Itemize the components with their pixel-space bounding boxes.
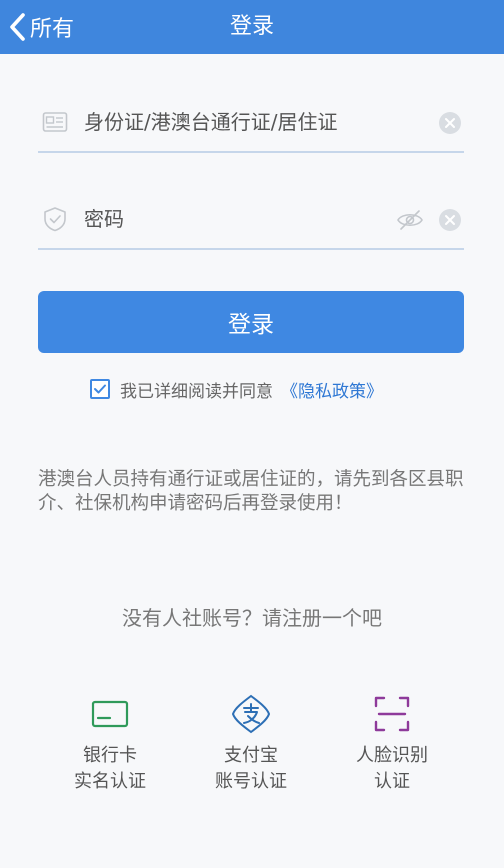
id-input[interactable] xyxy=(84,107,414,137)
password-input[interactable] xyxy=(84,204,414,234)
face-label-line1: 人脸识别 xyxy=(356,745,428,766)
clear-icon[interactable] xyxy=(438,208,462,232)
check-icon xyxy=(94,384,106,394)
privacy-policy-link[interactable]: 《隐私政策》 xyxy=(281,377,383,402)
login-button[interactable]: 登录 xyxy=(38,291,464,353)
password-field xyxy=(38,192,464,250)
id-field xyxy=(38,95,464,153)
face-recognition-auth-option[interactable]: 人脸识别 认证 xyxy=(322,694,462,795)
alipay-auth-option[interactable]: 支付宝 账号认证 xyxy=(181,694,321,795)
bank-card-label-line1: 银行卡 xyxy=(83,745,137,766)
face-scan-icon xyxy=(374,696,410,732)
face-label-line2: 认证 xyxy=(374,771,410,792)
login-screen: 所有 登录 登录 xyxy=(0,0,504,868)
agreement-row: 我已详细阅读并同意 《隐私政策》 xyxy=(90,376,383,402)
shield-icon xyxy=(44,207,66,232)
clear-icon[interactable] xyxy=(438,111,462,135)
alipay-label-line1: 支付宝 xyxy=(224,745,278,766)
bank-card-label-line2: 实名认证 xyxy=(74,771,146,792)
alipay-label-line2: 账号认证 xyxy=(215,771,287,792)
notice-text: 港澳台人员持有通行证或居住证的，请先到各区县职介、社保机构申请密码后再登录使用！ xyxy=(38,469,464,514)
page-title: 登录 xyxy=(229,14,274,39)
id-card-icon xyxy=(42,112,68,132)
eye-off-icon[interactable] xyxy=(396,207,424,233)
bank-card-auth-option[interactable]: 银行卡 实名认证 xyxy=(40,694,180,795)
alipay-icon xyxy=(231,694,271,734)
agreement-text: 我已详细阅读并同意 xyxy=(120,381,273,402)
register-link[interactable]: 没有人社账号？请注册一个吧 xyxy=(0,602,504,631)
agreement-checkbox[interactable] xyxy=(90,379,110,399)
header-bar: 所有 登录 xyxy=(0,0,504,54)
bank-card-icon xyxy=(91,700,129,728)
